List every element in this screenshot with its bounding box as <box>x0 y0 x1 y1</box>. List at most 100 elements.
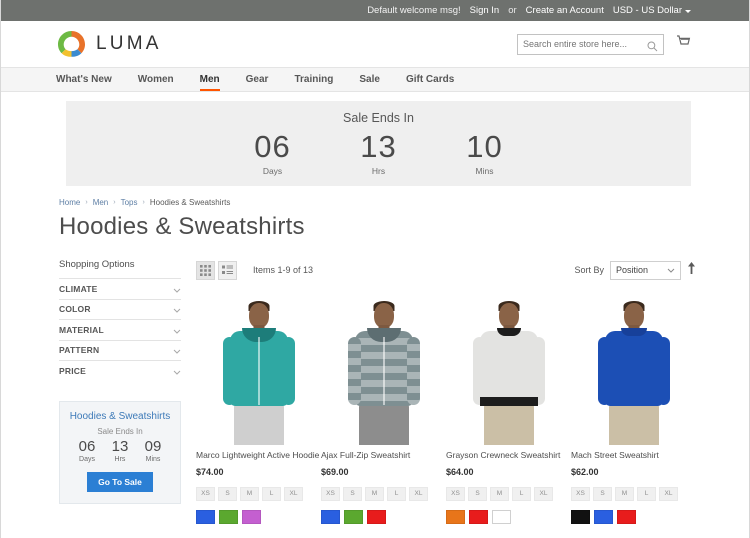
go-to-sale-button[interactable]: Go To Sale <box>87 472 153 492</box>
breadcrumb-item-men[interactable]: Men <box>93 198 109 207</box>
product-image[interactable] <box>446 295 571 445</box>
currency-switcher[interactable]: USD - US Dollar <box>613 5 691 16</box>
size-option[interactable]: XL <box>409 486 428 501</box>
breadcrumb-item-home[interactable]: Home <box>59 198 80 207</box>
nav-item-women[interactable]: Women <box>125 68 187 91</box>
product-name[interactable]: Ajax Full-Zip Sweatshirt <box>321 450 446 461</box>
product-name[interactable]: Mach Street Sweatshirt <box>571 450 696 461</box>
size-option[interactable]: S <box>593 486 612 501</box>
color-swatch[interactable] <box>242 509 261 524</box>
size-option[interactable]: XS <box>571 486 590 501</box>
garment-arm-left <box>597 337 611 405</box>
size-option[interactable]: S <box>218 486 237 501</box>
nav-label: Sale <box>359 74 380 85</box>
size-option[interactable]: M <box>615 486 634 501</box>
garment-torso <box>479 331 538 406</box>
product-card[interactable]: Ajax Full-Zip Sweatshirt $69.00 XS S M L… <box>321 295 446 524</box>
breadcrumb-item-tops[interactable]: Tops <box>121 198 138 207</box>
filter-price[interactable]: PRICE <box>59 360 181 381</box>
size-option[interactable]: M <box>240 486 259 501</box>
product-card[interactable]: Mach Street Sweatshirt $62.00 XS S M L X… <box>571 295 696 524</box>
product-image[interactable] <box>571 295 696 445</box>
size-option[interactable]: XS <box>321 486 340 501</box>
color-swatch[interactable] <box>594 509 613 524</box>
promo-title: Hoodies & Sweatshirts <box>69 410 171 422</box>
cart-icon[interactable] <box>676 34 691 54</box>
color-swatch[interactable] <box>344 509 363 524</box>
size-option[interactable]: L <box>262 486 281 501</box>
filter-climate[interactable]: CLIMATE <box>59 278 181 299</box>
size-option[interactable]: S <box>343 486 362 501</box>
countdown-value: 10 <box>466 128 503 164</box>
size-option[interactable]: XS <box>446 486 465 501</box>
color-swatches <box>446 509 571 524</box>
color-swatch[interactable] <box>469 509 488 524</box>
product-name[interactable]: Grayson Crewneck Sweatshirt <box>446 450 571 461</box>
garment-hem <box>479 397 538 406</box>
size-option[interactable]: XL <box>534 486 553 501</box>
nav-item-training[interactable]: Training <box>281 68 346 91</box>
promo-countdown-value: 13 <box>111 437 129 455</box>
grid-view-icon[interactable] <box>196 260 215 280</box>
sort-ascending-icon[interactable] <box>687 261 696 279</box>
color-swatch[interactable] <box>492 509 511 524</box>
color-swatch[interactable] <box>446 509 465 524</box>
color-swatch[interactable] <box>367 509 386 524</box>
chevron-down-icon <box>173 300 181 318</box>
size-option[interactable]: XL <box>659 486 678 501</box>
size-option[interactable]: XL <box>284 486 303 501</box>
garment-arm-right <box>531 337 545 405</box>
size-option[interactable]: M <box>490 486 509 501</box>
size-option[interactable]: L <box>387 486 406 501</box>
filter-color[interactable]: COLOR <box>59 298 181 320</box>
color-swatch[interactable] <box>321 509 340 524</box>
search-input[interactable] <box>523 39 649 49</box>
nav-label: What's New <box>56 74 112 85</box>
welcome-message: Default welcome msg! <box>367 5 461 16</box>
sign-in-link[interactable]: Sign In <box>470 5 500 16</box>
size-option[interactable]: S <box>468 486 487 501</box>
promo-countdown-days: 06 Days <box>74 438 100 463</box>
product-card[interactable]: Grayson Crewneck Sweatshirt $64.00 XS S … <box>446 295 571 524</box>
site-header: LUMA <box>1 21 749 67</box>
banner-title: Sale Ends In <box>343 110 414 125</box>
sort-by-label: Sort By <box>574 265 604 275</box>
promo-countdown-label: Mins <box>145 456 161 463</box>
size-option[interactable]: L <box>512 486 531 501</box>
search-icon[interactable] <box>647 39 658 57</box>
size-option[interactable]: XS <box>196 486 215 501</box>
filter-label: MATERIAL <box>59 324 104 335</box>
sort-select[interactable]: Position <box>610 260 681 280</box>
sale-countdown-banner: Sale Ends In 06 Days 13 Hrs 10 Mins <box>66 101 691 186</box>
garment-arm-right <box>281 337 295 405</box>
nav-item-whats-new[interactable]: What's New <box>56 68 125 91</box>
size-option[interactable]: M <box>365 486 384 501</box>
product-name[interactable]: Marco Lightweight Active Hoodie <box>196 450 321 461</box>
size-options: XS S M L XL <box>446 486 571 501</box>
sidebar: Shopping Options CLIMATE COLOR MATERIAL <box>59 259 181 524</box>
filter-material[interactable]: MATERIAL <box>59 319 181 340</box>
view-mode-switcher <box>196 260 237 280</box>
promo-countdown-hours: 13 Hrs <box>107 437 133 463</box>
nav-item-gear[interactable]: Gear <box>233 68 282 91</box>
logo[interactable]: LUMA <box>56 29 162 60</box>
nav-item-gift-cards[interactable]: Gift Cards <box>393 68 467 91</box>
filter-pattern[interactable]: PATTERN <box>59 339 181 361</box>
color-swatch[interactable] <box>617 509 636 524</box>
search-box[interactable] <box>517 33 664 57</box>
product-image[interactable] <box>196 295 321 445</box>
product-card[interactable]: Marco Lightweight Active Hoodie $74.00 X… <box>196 295 321 524</box>
chevron-down-icon <box>667 265 675 275</box>
size-option[interactable]: L <box>637 486 656 501</box>
create-account-link[interactable]: Create an Account <box>526 5 604 16</box>
filter-label: COLOR <box>59 304 91 315</box>
garment-zipper <box>257 337 260 405</box>
product-image[interactable] <box>321 295 446 445</box>
nav-item-sale[interactable]: Sale <box>346 68 393 91</box>
color-swatch[interactable] <box>196 509 215 524</box>
color-swatch[interactable] <box>219 509 238 524</box>
nav-item-men[interactable]: Men <box>187 68 233 91</box>
color-swatch[interactable] <box>571 509 590 524</box>
countdown-value: 06 <box>254 128 291 164</box>
list-view-icon[interactable] <box>218 260 237 280</box>
